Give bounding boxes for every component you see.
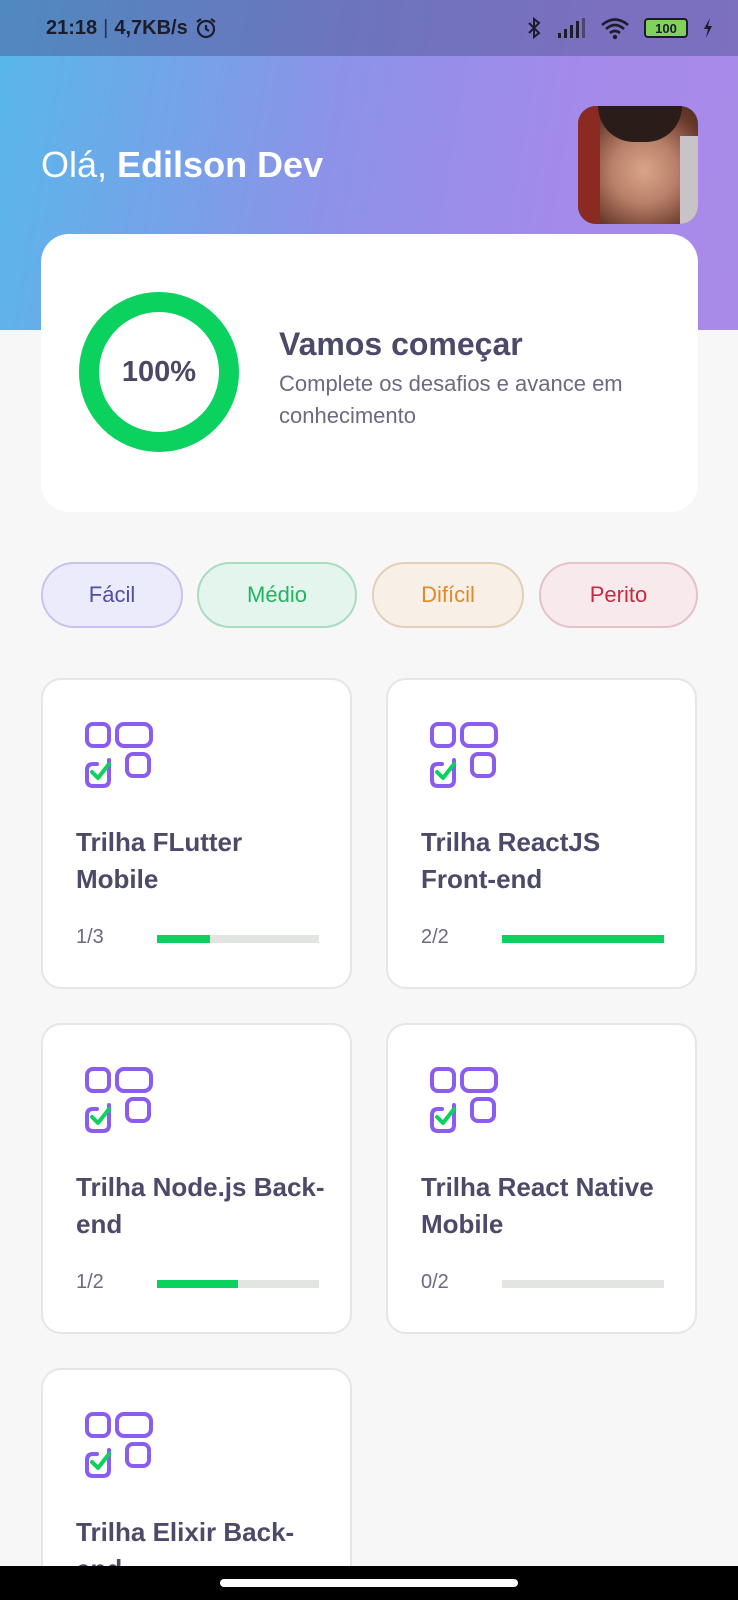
checklist-icon [83,720,153,790]
track-title: Trilha Elixir Back-end [76,1517,295,1568]
status-time: 21:18 [46,16,98,39]
bluetooth-icon [528,16,541,40]
track-card-reactjs[interactable]: Trilha ReactJS Front-end 2/2 [386,678,697,989]
checklist-icon [428,720,498,790]
progress-subtitle: Complete os desafios e avance em conheci… [279,371,623,428]
user-name: Edilson Dev [117,144,324,185]
battery-icon: 100 [644,18,688,38]
level-chip-medium[interactable]: Médio [197,562,357,628]
track-card-flutter[interactable]: Trilha FLutter Mobile 1/3 [41,678,352,989]
greeting-prefix: Olá, [41,144,108,185]
track-count: 1/3 [76,926,104,948]
checklist-icon [83,1065,153,1135]
track-title: Trilha FLutter Mobile [76,827,243,894]
status-separator: | [103,16,109,39]
track-progress-bar [157,1280,319,1288]
track-card-nodejs[interactable]: Trilha Node.js Back-end 1/2 [41,1023,352,1334]
progress-card: 100% Vamos começar Complete os desafios … [41,234,698,512]
track-progress-fill [157,935,211,943]
track-progress-fill [502,935,664,943]
progress-percent: 100% [121,355,197,388]
avatar[interactable] [578,106,698,224]
track-progress-bar [502,935,664,943]
track-count: 1/2 [76,1271,104,1293]
greeting-title: Olá, Edilson Dev [41,144,323,186]
progress-title: Vamos começar [279,326,523,362]
track-card-elixir[interactable]: Trilha Elixir Back-end [41,1368,352,1568]
track-progress-bar [157,935,319,943]
checklist-icon [428,1065,498,1135]
home-indicator[interactable] [220,1579,518,1587]
track-title: Trilha React Native Mobile [421,1172,654,1239]
status-bar: 21:18 | 4,7KB/s 100 [0,0,738,56]
track-card-react-native[interactable]: Trilha React Native Mobile 0/2 [386,1023,697,1334]
track-title: Trilha ReactJS Front-end [421,827,601,894]
status-network-speed: 4,7KB/s [114,16,188,39]
charging-icon [704,18,712,38]
track-progress-bar [502,1280,664,1288]
level-chip-easy[interactable]: Fácil [41,562,183,628]
alarm-icon [196,18,216,39]
track-progress-fill [157,1280,238,1288]
signal-icon [558,18,585,38]
checklist-icon [83,1410,153,1480]
track-count: 2/2 [421,926,449,948]
track-count: 0/2 [421,1271,449,1293]
level-filter: Fácil Médio Difícil Perito [41,562,698,628]
level-chip-hard[interactable]: Difícil [372,562,524,628]
wifi-icon [601,18,629,40]
track-title: Trilha Node.js Back-end [76,1172,325,1239]
level-chip-expert[interactable]: Perito [539,562,698,628]
